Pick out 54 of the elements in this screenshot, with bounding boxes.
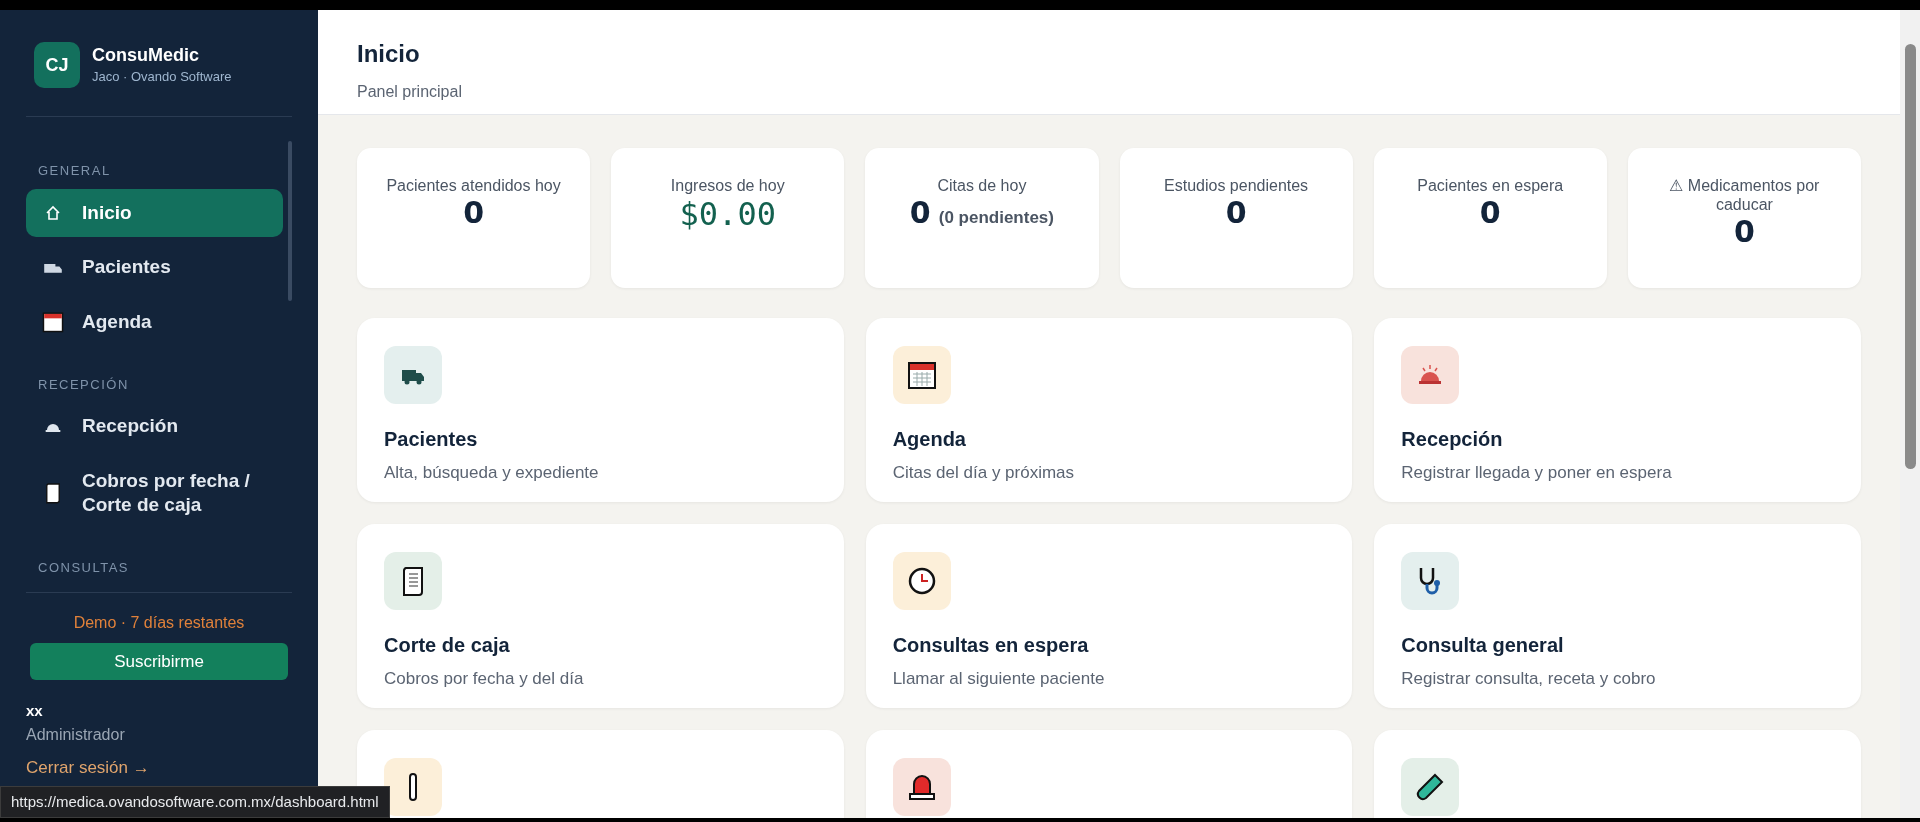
user-name: xx (26, 701, 43, 721)
nav-item[interactable]: Agenda (26, 297, 283, 347)
app-subtitle: Jaco · Ovando Software (92, 67, 232, 86)
nav-item[interactable]: Recepción (26, 402, 283, 451)
card-title: Consulta general (1401, 633, 1564, 658)
stat-value: 0 (463, 195, 484, 232)
calendar-icon (42, 311, 64, 334)
scrollbar[interactable] (1900, 10, 1920, 818)
section-label: RECEPCIÓN (37, 375, 130, 394)
stat-label: Estudios pendientes (1164, 176, 1309, 196)
card-description: Alta, búsqueda y expediente (384, 462, 599, 484)
nav-item[interactable]: Inicio (26, 188, 283, 238)
card-description: Citas del día y próximas (892, 462, 1075, 484)
stat-note: (0 pendientes) (938, 207, 1054, 230)
nav-item[interactable]: Pacientes (26, 243, 283, 292)
scrollbar-thumb[interactable] (1905, 44, 1916, 469)
card-description: Cobros por fecha y del día (384, 668, 584, 690)
stat-value: 0 (1733, 214, 1755, 251)
stat-label: ⚠ Medicamentos por caducar (1668, 176, 1821, 215)
card-title: Consultas en espera (892, 633, 1089, 658)
card-description: Registrar llegada y poner en espera (1401, 462, 1672, 484)
logout-link[interactable]: Cerrar sesión → (26, 754, 150, 780)
trial-notice: Demo · 7 días restantes (73, 613, 245, 633)
card-title: Recepción (1401, 427, 1503, 452)
card-title: Corte de caja (384, 633, 510, 658)
app-name: ConsuMedic (92, 44, 199, 67)
module-card[interactable]: Corte de caja Cobros por fecha y del día (357, 524, 844, 708)
logo-badge: CJ (34, 42, 80, 88)
module-card[interactable]: Consulta general Registrar consulta, receta y cobro (1374, 524, 1861, 708)
page-subtitle: Panel principal (357, 82, 462, 102)
stat-label: Pacientes atendidos hoy (386, 176, 561, 196)
sidebar-scrollbar-thumb[interactable] (288, 141, 292, 301)
module-card[interactable]: Recepción Registrar llegada y poner en espera (1374, 318, 1861, 502)
stat-value: 0 (1479, 195, 1501, 232)
stat-value: 0 (909, 195, 931, 232)
module-card[interactable]: Consultas en espera Llamar al siguiente paciente (865, 524, 1353, 708)
stat-value: $0.00 (679, 195, 776, 234)
stat-value: 0 (1225, 195, 1247, 232)
stat-label: Pacientes en espera (1417, 176, 1564, 196)
status-url: https://medica.ovandosoftware.com.mx/dashboard.html (0, 786, 390, 818)
card-description: Llamar al siguiente paciente (892, 668, 1105, 690)
module-card[interactable]: Pacientes Alta, búsqueda y expediente (357, 318, 844, 502)
subscribe-button[interactable]: Suscribirme (30, 643, 288, 680)
module-card[interactable]: Agenda Citas del día y próximas (865, 318, 1353, 502)
section-label: GENERAL (37, 162, 112, 180)
card-title: Pacientes (384, 427, 478, 452)
stat-label: Citas de hoy (937, 176, 1027, 196)
nav-item[interactable]: Cobros por fecha / Corte de caja (26, 456, 283, 531)
section-label: CONSULTAS (37, 559, 131, 578)
stat-label: Ingresos de hoy (670, 176, 785, 196)
page-title: Inicio (357, 39, 420, 69)
card-title: Agenda (892, 427, 966, 452)
card-description: Registrar consulta, receta y cobro (1401, 668, 1656, 690)
user-role: Administrador (26, 724, 125, 745)
